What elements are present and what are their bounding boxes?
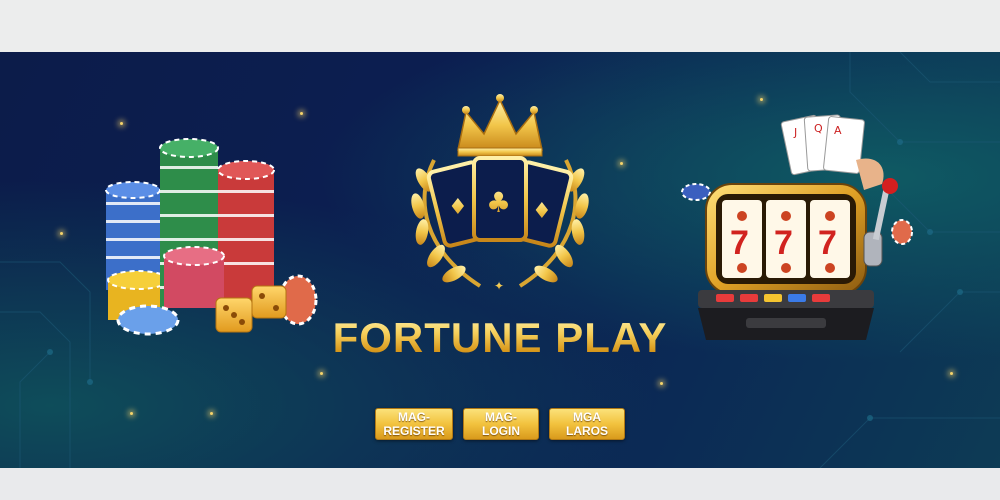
bottom-strip [0,468,1000,500]
sparkle [660,382,663,385]
hero-banner: ♦ ♣ ♦ ✦ FORTUNE PLAY J Q A 7 7 7 MAG-REG… [0,52,1000,468]
casino-chips-icon [105,138,318,336]
svg-text:A: A [834,124,842,137]
reel-seven: 7 [730,224,749,262]
sparkle [120,122,123,125]
reel-seven: 7 [774,224,793,262]
sparkle [300,112,303,115]
diamond-suit-icon: ♦ [448,195,468,220]
play-games-button[interactable]: MGA LAROS [549,408,625,440]
sparkle [760,98,763,101]
sparkle [320,372,323,375]
svg-text:J: J [793,126,797,139]
reel-seven: 7 [818,224,837,262]
register-button[interactable]: MAG-REGISTER [375,408,453,440]
sparkle [60,232,63,235]
diamond-suit-icon: ♦ [532,199,552,224]
crown-cards-laurel-icon: ♦ ♣ ♦ ✦ [411,94,589,293]
slot-machine-icon: J Q A 7 7 7 [681,114,913,340]
cta-button-row: MAG-REGISTER MAG-LOGIN MGA LAROS [0,408,1000,440]
sparkle [950,372,953,375]
svg-text:Q: Q [814,122,823,135]
slot-lever-icon [863,178,898,267]
top-strip [0,0,1000,52]
playing-cards-icon: J Q A [780,114,884,190]
club-suit-icon: ♣ [486,186,511,219]
login-button[interactable]: MAG-LOGIN [463,408,539,440]
sparkle [620,162,623,165]
svg-text:✦: ✦ [494,279,504,293]
